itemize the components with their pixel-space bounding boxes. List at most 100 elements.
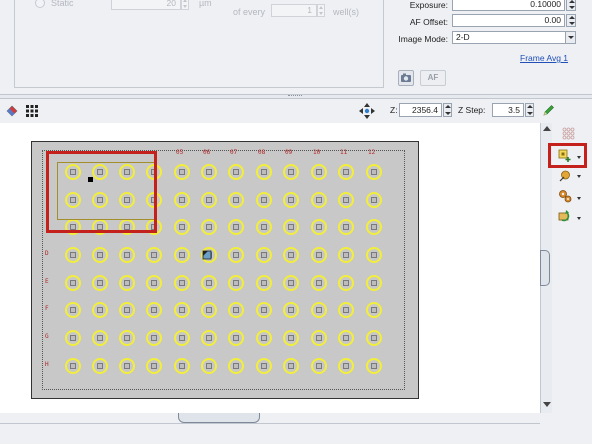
well[interactable] <box>92 247 108 263</box>
pin-icon[interactable] <box>559 169 572 182</box>
well[interactable] <box>174 302 190 318</box>
well[interactable] <box>366 164 382 180</box>
well[interactable] <box>366 302 382 318</box>
well[interactable] <box>228 219 244 235</box>
navigate-arrows-icon[interactable] <box>358 102 376 120</box>
well[interactable] <box>146 247 162 263</box>
af-button[interactable]: AF <box>420 70 446 86</box>
well[interactable] <box>201 164 217 180</box>
well[interactable] <box>338 192 354 208</box>
well[interactable] <box>256 302 272 318</box>
well[interactable] <box>228 330 244 346</box>
well[interactable] <box>311 358 327 374</box>
well[interactable] <box>311 302 327 318</box>
well[interactable] <box>119 358 135 374</box>
well[interactable] <box>366 219 382 235</box>
refresh-icon[interactable] <box>558 210 572 224</box>
well[interactable] <box>283 219 299 235</box>
well[interactable] <box>228 164 244 180</box>
well[interactable] <box>283 247 299 263</box>
well[interactable] <box>283 275 299 291</box>
image-mode-select[interactable]: 2-D <box>452 31 576 44</box>
z-spinner[interactable] <box>443 103 452 117</box>
well[interactable] <box>174 275 190 291</box>
well[interactable] <box>366 330 382 346</box>
every-spinner[interactable] <box>317 4 325 17</box>
well[interactable] <box>228 247 244 263</box>
well[interactable] <box>283 192 299 208</box>
well[interactable] <box>338 358 354 374</box>
well[interactable] <box>201 219 217 235</box>
well[interactable] <box>146 275 162 291</box>
well[interactable] <box>283 302 299 318</box>
well[interactable] <box>119 275 135 291</box>
well[interactable] <box>338 275 354 291</box>
scroll-down-icon[interactable] <box>543 402 551 407</box>
static-radio[interactable] <box>35 0 45 8</box>
well[interactable] <box>228 302 244 318</box>
well[interactable] <box>338 164 354 180</box>
well[interactable] <box>366 247 382 263</box>
scroll-up-icon[interactable] <box>543 126 551 131</box>
grid-dots-icon[interactable] <box>562 127 575 140</box>
well[interactable] <box>146 358 162 374</box>
well[interactable] <box>92 330 108 346</box>
well[interactable] <box>174 358 190 374</box>
well[interactable] <box>311 330 327 346</box>
well[interactable] <box>228 275 244 291</box>
well[interactable] <box>311 219 327 235</box>
chevron-down-icon[interactable] <box>577 217 581 220</box>
af-offset-spinner[interactable] <box>566 14 576 27</box>
well[interactable] <box>311 192 327 208</box>
every-input[interactable]: 1 <box>271 4 317 17</box>
splitter-grip[interactable] <box>288 95 302 98</box>
exposure-spinner[interactable] <box>566 0 576 11</box>
well[interactable] <box>65 275 81 291</box>
chevron-down-icon[interactable] <box>577 197 581 200</box>
well[interactable] <box>366 358 382 374</box>
well[interactable] <box>311 275 327 291</box>
well[interactable] <box>228 358 244 374</box>
well[interactable] <box>92 275 108 291</box>
well[interactable] <box>256 219 272 235</box>
well[interactable] <box>256 330 272 346</box>
well[interactable] <box>119 330 135 346</box>
well[interactable] <box>201 358 217 374</box>
well[interactable] <box>338 219 354 235</box>
well[interactable] <box>366 275 382 291</box>
well[interactable] <box>228 192 244 208</box>
well[interactable] <box>256 192 272 208</box>
well[interactable] <box>256 358 272 374</box>
well[interactable] <box>283 330 299 346</box>
af-offset-input[interactable]: 0.00 <box>452 14 565 27</box>
well[interactable] <box>338 302 354 318</box>
well[interactable] <box>119 302 135 318</box>
well[interactable] <box>146 302 162 318</box>
count-spinner[interactable] <box>181 0 189 10</box>
well[interactable] <box>201 330 217 346</box>
well[interactable] <box>366 192 382 208</box>
side-panel-tab[interactable] <box>540 250 550 286</box>
well[interactable] <box>338 247 354 263</box>
well[interactable] <box>174 219 190 235</box>
well[interactable] <box>119 247 135 263</box>
well[interactable] <box>311 247 327 263</box>
well[interactable] <box>146 330 162 346</box>
well[interactable] <box>174 330 190 346</box>
z-step-spinner[interactable] <box>525 103 534 117</box>
z-step-input[interactable]: 3.5 <box>492 103 524 117</box>
well[interactable] <box>174 247 190 263</box>
count-input[interactable]: 20 <box>111 0 181 10</box>
well[interactable] <box>174 164 190 180</box>
well[interactable] <box>92 302 108 318</box>
z-input[interactable]: 2356.4 <box>399 103 442 117</box>
frame-avg-link[interactable]: Frame Avg 1 <box>520 53 568 63</box>
well[interactable] <box>338 330 354 346</box>
well[interactable] <box>65 358 81 374</box>
well[interactable] <box>201 192 217 208</box>
well[interactable] <box>256 275 272 291</box>
bottom-panel-tab[interactable] <box>178 413 260 423</box>
well[interactable] <box>256 247 272 263</box>
well[interactable] <box>92 358 108 374</box>
well[interactable] <box>201 302 217 318</box>
